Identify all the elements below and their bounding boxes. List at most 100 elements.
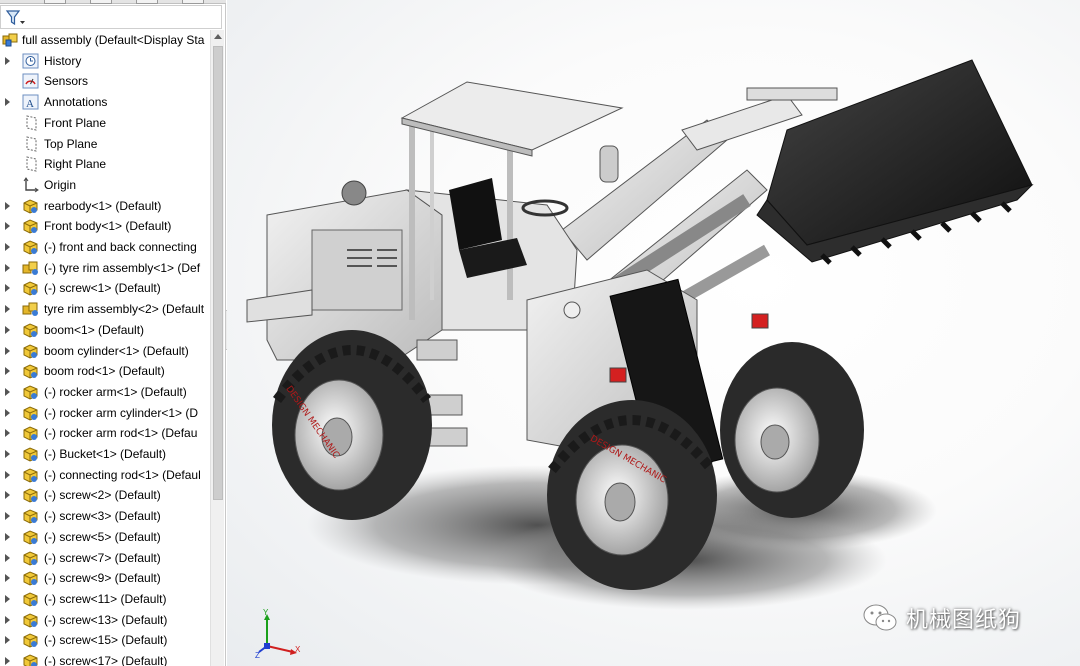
tree-item[interactable]: (-) screw<11> (Default) (0, 589, 210, 610)
scroll-up-arrow-icon[interactable] (214, 34, 222, 39)
tree-scrollbar[interactable] (210, 30, 224, 666)
tree-item[interactable]: Origin (0, 175, 210, 196)
part-icon (22, 446, 39, 462)
tree-item[interactable]: (-) screw<7> (Default) (0, 548, 210, 569)
graphics-viewport[interactable]: DESIGN MECHANIC DESIGN MECHANIC Y X Z 机械… (227, 0, 1080, 666)
expand-arrow-icon[interactable] (5, 263, 10, 272)
tree-item-label: History (44, 53, 82, 68)
tree-item[interactable]: (-) Bucket<1> (Default) (0, 444, 210, 465)
tree-item-label: (-) screw<17> (Default) (44, 654, 168, 666)
panel-tab[interactable] (136, 0, 158, 4)
tree-item-label: Top Plane (44, 136, 98, 151)
tree-item-label: boom<1> (Default) (44, 322, 145, 337)
tree-item-label: (-) screw<7> (Default) (44, 550, 161, 565)
tree-item[interactable]: A Annotations (0, 92, 210, 113)
tree-item[interactable]: Right Plane (0, 154, 210, 175)
expand-arrow-icon[interactable] (5, 222, 10, 231)
expand-arrow-icon[interactable] (5, 201, 10, 210)
origin-icon (22, 176, 39, 193)
svg-text:A: A (26, 98, 34, 110)
tree-item[interactable]: (-) connecting rod<1> (Defaul (0, 465, 210, 486)
tree-item-label: rearbody<1> (Default) (44, 198, 162, 213)
panel-tab-strip (0, 0, 226, 4)
expand-arrow-icon[interactable] (5, 512, 10, 521)
expand-arrow-icon[interactable] (5, 305, 10, 314)
expand-arrow-icon[interactable] (5, 325, 10, 334)
expand-arrow-icon[interactable] (5, 491, 10, 500)
panel-tab[interactable] (182, 0, 204, 4)
tree-item[interactable]: (-) rocker arm rod<1> (Defau (0, 423, 210, 444)
tree-filter-bar[interactable] (0, 5, 222, 29)
expand-arrow-icon[interactable] (5, 387, 10, 396)
panel-tab[interactable] (44, 0, 66, 4)
tree-item[interactable]: (-) screw<17> (Default) (0, 651, 210, 666)
expand-arrow-icon[interactable] (5, 408, 10, 417)
wheel-loader-model[interactable]: DESIGN MECHANIC DESIGN MECHANIC Y X Z (227, 0, 1080, 666)
expand-arrow-icon[interactable] (5, 657, 10, 665)
tree-item[interactable]: (-) tyre rim assembly<1> (Def (0, 258, 210, 279)
expand-arrow-icon[interactable] (5, 574, 10, 583)
tree-item[interactable]: (-) screw<5> (Default) (0, 527, 210, 548)
scroll-thumb[interactable] (213, 46, 223, 500)
tree-item[interactable]: Sensors (0, 71, 210, 92)
expand-arrow-icon[interactable] (5, 470, 10, 479)
tree-item[interactable]: boom cylinder<1> (Default) (0, 341, 210, 362)
tree-item-label: (-) screw<15> (Default) (44, 633, 168, 648)
tree-item[interactable]: Front body<1> (Default) (0, 216, 210, 237)
expand-arrow-icon[interactable] (5, 346, 10, 355)
expand-arrow-icon[interactable] (5, 615, 10, 624)
part-icon (22, 239, 39, 255)
expand-arrow-icon[interactable] (5, 98, 10, 107)
part-icon (22, 653, 39, 666)
tree-item-label: Origin (44, 177, 77, 192)
history-icon (22, 53, 39, 69)
expand-arrow-icon[interactable] (5, 594, 10, 603)
tree-item-label: Annotations (44, 95, 108, 110)
tree-item[interactable]: boom<1> (Default) (0, 320, 210, 341)
expand-arrow-icon[interactable] (5, 636, 10, 645)
tree-item[interactable]: Front Plane (0, 113, 210, 134)
expand-arrow-icon[interactable] (5, 450, 10, 458)
tree-item[interactable]: (-) rocker arm<1> (Default) (0, 382, 210, 403)
tree-item[interactable]: (-) screw<1> (Default) (0, 278, 210, 299)
tree-item[interactable]: tyre rim assembly<2> (Default (0, 299, 210, 320)
tree-item-label: (-) rocker arm<1> (Default) (44, 384, 187, 399)
expand-arrow-icon[interactable] (5, 367, 10, 376)
expand-arrow-icon[interactable] (5, 532, 10, 541)
tree-item-label: Right Plane (44, 157, 107, 172)
part-icon (22, 384, 39, 400)
tree-item[interactable]: rearbody<1> (Default) (0, 196, 210, 217)
part-icon (22, 570, 39, 586)
expand-arrow-icon[interactable] (5, 56, 10, 65)
front-left-wheel: DESIGN MECHANIC (547, 400, 717, 590)
part-icon (22, 529, 39, 545)
tree-item[interactable]: (-) screw<13> (Default) (0, 610, 210, 631)
expand-arrow-icon[interactable] (5, 243, 10, 251)
part-icon (22, 218, 39, 234)
plane-icon (22, 156, 39, 172)
tree-item-label: (-) screw<1> (Default) (44, 281, 161, 296)
expand-arrow-icon[interactable] (5, 553, 10, 562)
tree-item-label: (-) front and back connecting (44, 240, 197, 254)
part-icon (22, 508, 39, 524)
expand-arrow-icon[interactable] (5, 429, 10, 438)
tree-item[interactable]: History (0, 51, 210, 72)
tree-item[interactable]: Top Plane (0, 134, 210, 155)
part-icon (22, 487, 39, 503)
tree-item[interactable]: (-) screw<9> (Default) (0, 568, 210, 589)
tree-item[interactable]: (-) screw<3> (Default) (0, 506, 210, 527)
subassembly-icon (22, 301, 39, 317)
panel-tab[interactable] (90, 0, 112, 4)
tree-item[interactable]: (-) screw<2> (Default) (0, 485, 210, 506)
tree-item[interactable]: boom rod<1> (Default) (0, 361, 210, 382)
tree-root-assembly[interactable]: full assembly (Default<Display Sta (0, 30, 210, 51)
triad-x-label: X (295, 645, 301, 654)
part-icon (22, 425, 39, 441)
tree-item-label: (-) connecting rod<1> (Defaul (44, 467, 201, 482)
tree-item[interactable]: (-) front and back connecting (0, 237, 210, 258)
tree-item[interactable]: (-) screw<15> (Default) (0, 630, 210, 651)
tree-item[interactable]: (-) rocker arm cylinder<1> (D (0, 403, 210, 424)
expand-arrow-icon[interactable] (5, 284, 10, 293)
triad-z-label: Z (255, 651, 260, 660)
filter-icon[interactable] (5, 9, 25, 27)
